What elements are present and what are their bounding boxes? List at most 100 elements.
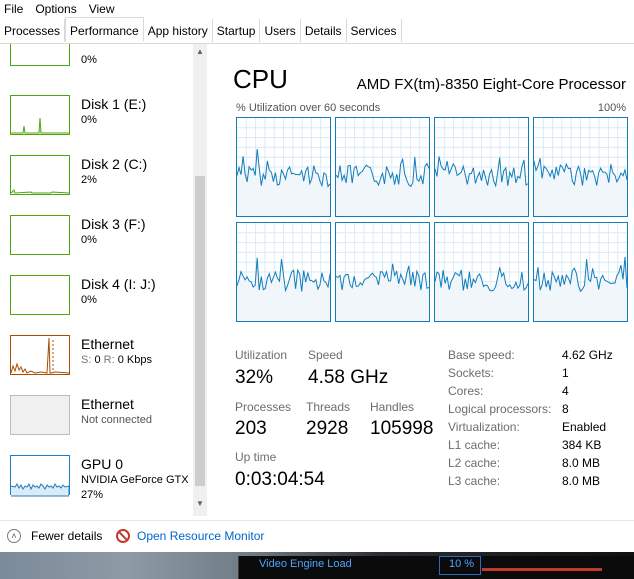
sidebar-item-disk-4[interactable]: Disk 4 (I: J:) 0% bbox=[0, 272, 190, 328]
uptime-label: Up time bbox=[235, 450, 277, 464]
sidebar-item-disk-0[interactable]: 0% bbox=[0, 44, 190, 80]
spec-label: Virtualization: bbox=[448, 420, 520, 434]
ethernet-graph bbox=[11, 337, 69, 374]
sidebar-item-ethernet-disconnected[interactable]: Ethernet Not connected bbox=[0, 392, 190, 448]
receive-label: R: bbox=[103, 354, 115, 366]
open-resource-monitor-link[interactable]: Open Resource Monitor bbox=[116, 529, 264, 543]
tab-bar: Processes Performance App history Startu… bbox=[0, 17, 634, 44]
tab-services[interactable]: Services bbox=[347, 19, 402, 42]
sidebar-item-sub: Not connected bbox=[81, 414, 152, 426]
spec-label: L2 cache: bbox=[448, 456, 501, 470]
cpu-core-graph bbox=[533, 117, 628, 217]
sidebar-item-sub: 0% bbox=[81, 114, 97, 126]
tab-users[interactable]: Users bbox=[260, 19, 301, 42]
video-engine-load-value: 10 % bbox=[449, 558, 475, 570]
tab-app-history[interactable]: App history bbox=[144, 19, 213, 42]
ethernet-disconnected-thumbnail bbox=[10, 395, 70, 435]
cpu-core-graph bbox=[434, 222, 529, 322]
utilization-value: 32% bbox=[235, 367, 274, 388]
receive-value: 0 Kbps bbox=[117, 354, 152, 366]
sidebar-item-title: Disk 3 (F:) bbox=[81, 216, 146, 232]
menu-file[interactable]: File bbox=[0, 0, 31, 18]
cpu-core-graph bbox=[236, 117, 331, 217]
spec-value: 8 bbox=[562, 402, 569, 416]
send-value: 0 bbox=[94, 354, 101, 366]
disk-1-thumbnail bbox=[10, 95, 70, 135]
cpu-core-graph bbox=[335, 117, 430, 217]
sidebar-item-ethernet[interactable]: Ethernet S: 0 R: 0 Kbps bbox=[0, 332, 190, 388]
cpu-core-graph bbox=[335, 222, 430, 322]
scroll-down-arrow-icon[interactable]: ▼ bbox=[193, 496, 207, 512]
disk-2-graph bbox=[11, 189, 69, 194]
fewer-details-label: Fewer details bbox=[31, 529, 103, 543]
tab-processes[interactable]: Processes bbox=[0, 19, 66, 42]
sidebar-scrollbar[interactable]: ▲ ▼ bbox=[193, 44, 207, 516]
spec-value: Enabled bbox=[562, 420, 607, 434]
threads-label: Threads bbox=[306, 400, 351, 414]
spec-label: L1 cache: bbox=[448, 438, 501, 452]
tab-startup[interactable]: Startup bbox=[213, 19, 261, 42]
sidebar-item-title: GPU 0 bbox=[81, 456, 124, 472]
send-label: S: bbox=[81, 354, 92, 366]
cpu-model: AMD FX(tm)-8350 Eight-Core Processor bbox=[356, 76, 626, 93]
graph-caption: % Utilization over 60 seconds bbox=[236, 102, 381, 114]
speed-label: Speed bbox=[308, 348, 343, 362]
spec-value: 4 bbox=[562, 384, 569, 398]
disk-4-thumbnail bbox=[10, 275, 70, 315]
spec-value: 8.0 MB bbox=[562, 474, 601, 488]
sidebar-item-title: Ethernet bbox=[81, 396, 134, 412]
ethernet-thumbnail bbox=[10, 335, 70, 375]
gpu-0-thumbnail bbox=[10, 455, 70, 497]
disk-3-thumbnail bbox=[10, 215, 70, 255]
disk-0-thumbnail bbox=[10, 44, 70, 66]
sidebar-item-disk-1[interactable]: Disk 1 (E:) 0% bbox=[0, 92, 190, 148]
tab-details[interactable]: Details bbox=[301, 19, 347, 42]
handles-value: 105998 bbox=[370, 418, 434, 439]
sidebar-item-title: Disk 1 (E:) bbox=[81, 96, 147, 112]
handles-label: Handles bbox=[370, 400, 415, 414]
background-desktop: Video Engine Load 10 % bbox=[0, 552, 634, 579]
speed-value: 4.58 GHz bbox=[308, 367, 389, 388]
spec-label: L3 cache: bbox=[448, 474, 501, 488]
spec-label: Base speed: bbox=[448, 348, 515, 362]
sidebar-item-title: Ethernet bbox=[81, 336, 134, 352]
threads-value: 2928 bbox=[306, 418, 349, 439]
sidebar-item-gpu-0[interactable]: GPU 0 NVIDIA GeForce GTX 27% bbox=[0, 452, 190, 508]
processes-label: Processes bbox=[235, 400, 292, 414]
page-title: CPU bbox=[233, 64, 288, 94]
spec-value: 384 KB bbox=[562, 438, 602, 452]
sidebar-item-title: Disk 2 (C:) bbox=[81, 156, 148, 172]
menu-bar: File Options View bbox=[0, 0, 634, 18]
menu-view[interactable]: View bbox=[85, 0, 123, 18]
sidebar-item-disk-3[interactable]: Disk 3 (F:) 0% bbox=[0, 212, 190, 268]
spec-value: 1 bbox=[562, 366, 569, 380]
gpu-utilization: 27% bbox=[81, 489, 104, 501]
tab-performance[interactable]: Performance bbox=[65, 17, 144, 42]
cpu-core-graph bbox=[236, 222, 331, 322]
cpu-core-graph bbox=[533, 222, 628, 322]
utilization-label: Utilization bbox=[235, 348, 288, 362]
menu-options[interactable]: Options bbox=[31, 0, 84, 18]
chevron-up-icon: ˄ bbox=[7, 529, 21, 543]
resource-sidebar: 0% Disk 1 (E:) 0% Disk 2 (C:) 2% Disk 3 … bbox=[0, 44, 208, 516]
uptime-value: 0:03:04:54 bbox=[235, 469, 325, 490]
gpu-0-graph bbox=[11, 482, 69, 497]
scroll-up-arrow-icon[interactable]: ▲ bbox=[193, 44, 207, 60]
footer-bar: ˄ Fewer details Open Resource Monitor bbox=[0, 520, 634, 553]
cpu-core-graph bbox=[434, 117, 529, 217]
spec-label: Cores: bbox=[448, 384, 484, 398]
fewer-details-button[interactable]: ˄ Fewer details bbox=[7, 529, 102, 543]
ethernet-throughput: S: 0 R: 0 Kbps bbox=[81, 354, 152, 367]
scroll-thumb[interactable] bbox=[195, 176, 205, 486]
spec-label: Logical processors: bbox=[448, 402, 552, 416]
disk-2-thumbnail bbox=[10, 155, 70, 195]
processes-value: 203 bbox=[235, 418, 267, 439]
sidebar-item-sub: 2% bbox=[81, 174, 97, 186]
sidebar-item-sub: 0% bbox=[81, 54, 97, 66]
sidebar-item-disk-2[interactable]: Disk 2 (C:) 2% bbox=[0, 152, 190, 208]
sidebar-item-title: Disk 4 (I: J:) bbox=[81, 276, 156, 292]
disk-1-graph bbox=[11, 117, 69, 134]
background-monitor-panel: Video Engine Load 10 % bbox=[238, 556, 634, 579]
graph-max: 100% bbox=[597, 102, 626, 114]
video-engine-load-label: Video Engine Load bbox=[259, 558, 352, 570]
